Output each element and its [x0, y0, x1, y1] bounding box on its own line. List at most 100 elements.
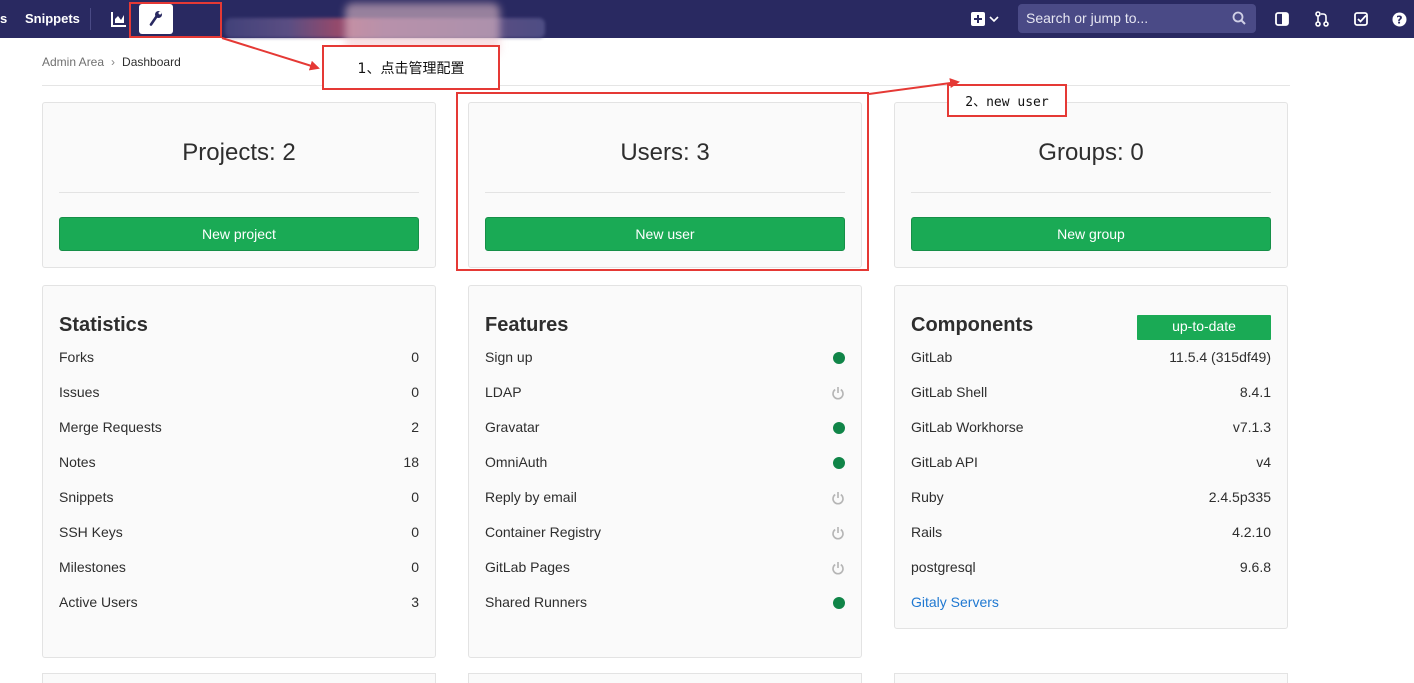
component-label: GitLab API: [911, 454, 978, 470]
component-label: Ruby: [911, 489, 944, 505]
components-title: Components: [911, 314, 1034, 336]
groups-count: Groups: 0: [1038, 139, 1144, 166]
component-row: GitLab API v4: [911, 454, 1271, 474]
search-icon: [1232, 11, 1246, 25]
feature-label: GitLab Pages: [485, 559, 570, 575]
features-title: Features: [485, 314, 569, 336]
component-row: GitLab Shell 8.4.1: [911, 384, 1271, 404]
feature-row: LDAP: [485, 384, 845, 404]
feature-label: OmniAuth: [485, 454, 548, 470]
help-icon: ?: [1392, 12, 1406, 26]
component-version: v4: [1256, 454, 1271, 470]
stat-label: Forks: [59, 349, 94, 365]
stat-label: SSH Keys: [59, 524, 123, 540]
activity-chart-button[interactable]: [108, 8, 130, 30]
component-row: GitLab Workhorse v7.1.3: [911, 419, 1271, 439]
feature-label: Container Registry: [485, 524, 601, 540]
feature-row: Gravatar: [485, 419, 845, 439]
chevron-down-icon: [989, 16, 999, 23]
sidebar-toggle-button[interactable]: [1271, 8, 1293, 30]
chart-icon: [111, 12, 126, 27]
feature-row: OmniAuth: [485, 454, 845, 474]
partial-card: [42, 673, 436, 683]
stat-row: Active Users 3: [59, 594, 419, 614]
search-input[interactable]: Search or jump to...: [1018, 4, 1256, 33]
partial-card: [894, 673, 1288, 683]
component-label: GitLab Shell: [911, 384, 988, 400]
new-item-dropdown[interactable]: [968, 8, 1002, 30]
annotation-highlight-users: [456, 92, 869, 271]
component-version: 2.4.5p335: [1208, 489, 1271, 505]
projects-count: Projects: 2: [182, 139, 296, 166]
component-version: 8.4.1: [1239, 384, 1271, 400]
component-row: Rails 4.2.10: [911, 524, 1271, 544]
components-card: Components up-to-date GitLab 11.5.4 (315d…: [894, 285, 1288, 629]
status-badge: up-to-date: [1137, 315, 1271, 340]
feature-label: Reply by email: [485, 489, 577, 505]
projects-card: Projects: 2 New project: [42, 102, 436, 268]
annotation-step2-label: 2、new user: [947, 84, 1067, 117]
stat-label: Merge Requests: [59, 419, 162, 435]
feature-label: LDAP: [485, 384, 522, 400]
new-group-button[interactable]: New group: [911, 217, 1271, 251]
stat-row: SSH Keys 0: [59, 524, 419, 544]
component-version: 11.5.4 (315df49): [1169, 349, 1271, 365]
component-row: Ruby 2.4.5p335: [911, 489, 1271, 509]
search-placeholder: Search or jump to...: [1026, 10, 1149, 26]
stat-value: 18: [403, 454, 419, 470]
component-row: Gitaly Servers: [911, 594, 1271, 614]
new-project-button[interactable]: New project: [59, 217, 419, 251]
card-divider: [59, 192, 419, 193]
todos-button[interactable]: [1350, 8, 1372, 30]
component-row: postgresql 9.6.8: [911, 559, 1271, 579]
nav-divider: [90, 8, 91, 30]
feature-row: Sign up: [485, 349, 845, 369]
nav-link-partial[interactable]: s: [0, 0, 7, 38]
card-divider: [911, 192, 1271, 193]
groups-card: Groups: 0 New group: [894, 102, 1288, 268]
help-button[interactable]: ?: [1388, 8, 1410, 30]
stat-row: Notes 18: [59, 454, 419, 474]
plus-icon: [971, 12, 985, 26]
statistics-title: Statistics: [59, 314, 148, 336]
annotation-arrow-2: [868, 78, 960, 95]
stat-value: 0: [411, 384, 419, 400]
feature-enabled-icon: [833, 422, 845, 434]
power-off-icon: [832, 387, 844, 400]
power-off-icon: [832, 492, 844, 505]
stat-row: Merge Requests 2: [59, 419, 419, 439]
merge-requests-button[interactable]: [1311, 8, 1333, 30]
feature-row: Shared Runners: [485, 594, 845, 614]
stat-label: Issues: [59, 384, 100, 400]
stat-row: Snippets 0: [59, 489, 419, 509]
component-version: 9.6.8: [1239, 559, 1271, 575]
feature-row: Reply by email: [485, 489, 845, 509]
gitaly-servers-link[interactable]: Gitaly Servers: [911, 594, 999, 610]
stat-value: 0: [411, 489, 419, 505]
feature-label: Gravatar: [485, 419, 540, 435]
power-off-icon: [832, 562, 844, 575]
feature-label: Shared Runners: [485, 594, 587, 610]
stat-value: 0: [411, 559, 419, 575]
component-version: v7.1.3: [1232, 419, 1271, 435]
breadcrumb: Admin Area › Dashboard: [42, 55, 181, 69]
annotation-highlight-admin: [129, 2, 222, 38]
feature-label: Sign up: [485, 349, 533, 365]
feature-row: GitLab Pages: [485, 559, 845, 579]
partial-card: [468, 673, 862, 683]
stat-row: Forks 0: [59, 349, 419, 369]
component-label: GitLab: [911, 349, 953, 365]
stat-row: Issues 0: [59, 384, 419, 404]
stat-value: 0: [411, 524, 419, 540]
stat-row: Milestones 0: [59, 559, 419, 579]
nav-link-snippets[interactable]: Snippets: [25, 0, 80, 38]
feature-row: Container Registry: [485, 524, 845, 544]
stat-value: 2: [411, 419, 419, 435]
annotation-arrow-1: [221, 37, 320, 71]
statistics-card: Statistics Forks 0 Issues 0 Merge Requests…: [42, 285, 436, 658]
component-row: GitLab 11.5.4 (315df49): [911, 349, 1271, 369]
component-label: GitLab Workhorse: [911, 419, 1024, 435]
breadcrumb-parent[interactable]: Admin Area: [42, 55, 104, 69]
power-off-icon: [832, 527, 844, 540]
merge-request-icon: [1315, 11, 1329, 27]
